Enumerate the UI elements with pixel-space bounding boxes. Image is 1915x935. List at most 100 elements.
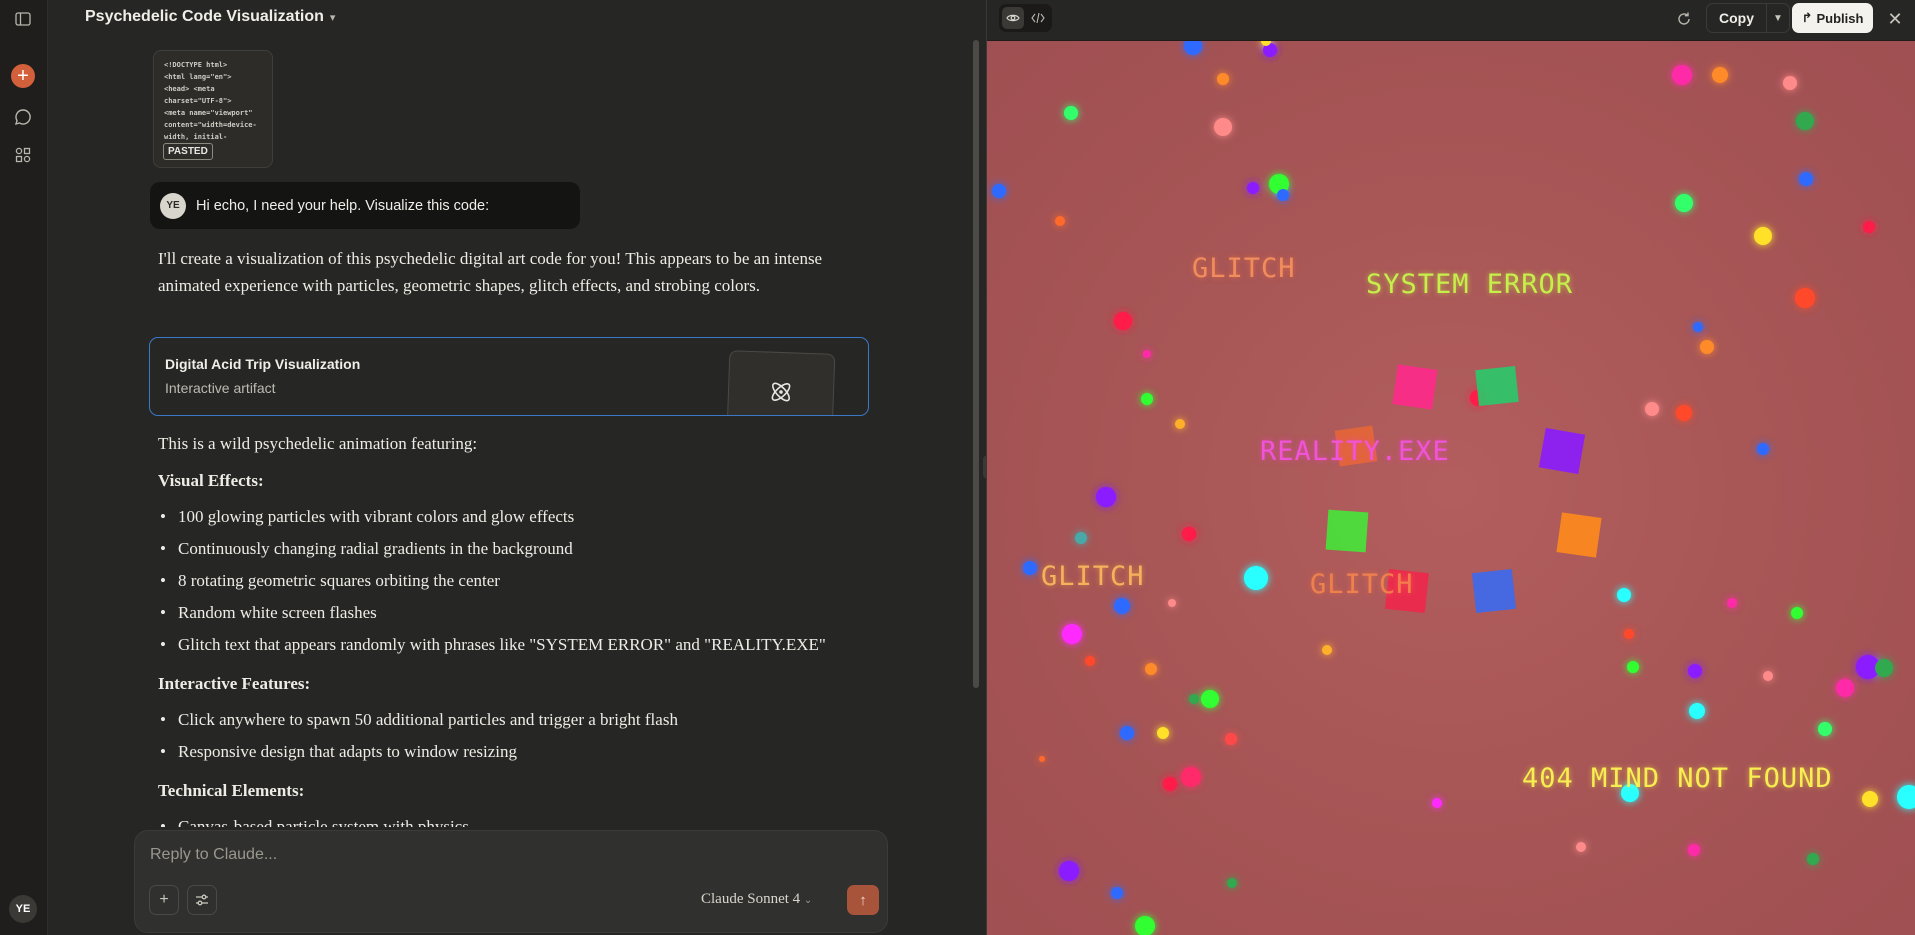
- chevron-down-icon: ▾: [329, 11, 336, 24]
- geometric-square: [1538, 427, 1586, 475]
- pasted-preview: <!DOCTYPE html> <html lang="en"> <head> …: [164, 61, 257, 141]
- section-heading: Visual Effects:: [158, 471, 264, 490]
- code-tab[interactable]: [1027, 7, 1049, 29]
- list-item: Canvas-based particle system with physic…: [158, 811, 858, 827]
- list-item: Click anywhere to spawn 50 additional pa…: [158, 704, 858, 736]
- particle: [1796, 112, 1814, 130]
- new-chat-button[interactable]: +: [8, 61, 38, 91]
- particle: [1247, 182, 1259, 194]
- particle: [1688, 844, 1700, 856]
- geometric-square: [1475, 366, 1519, 406]
- assistant-lead: This is a wild psychedelic animation fea…: [158, 434, 478, 453]
- geometric-square: [1392, 364, 1438, 410]
- particle: [1576, 842, 1586, 852]
- glitch-text: SYSTEM ERROR: [1366, 269, 1574, 300]
- particle: [1189, 694, 1199, 704]
- close-icon[interactable]: ✕: [1883, 7, 1907, 31]
- particle: [1689, 703, 1705, 719]
- reload-icon[interactable]: [1672, 7, 1696, 31]
- glitch-text: GLITCH: [1041, 561, 1145, 592]
- glitch-text: 404 MIND NOT FOUND: [1522, 763, 1833, 794]
- particle: [1617, 588, 1631, 602]
- copy-button[interactable]: Copy: [1707, 4, 1767, 32]
- sidebar-toggle-icon[interactable]: [8, 4, 38, 34]
- particle: [1432, 798, 1442, 808]
- particle: [1783, 76, 1797, 90]
- copy-options-button[interactable]: ▼: [1767, 4, 1789, 32]
- artifact-canvas[interactable]: GLITCH SYSTEM ERROR REALITY.EXE GLITCH G…: [987, 41, 1915, 935]
- particle: [1700, 340, 1714, 354]
- particle: [1182, 527, 1196, 541]
- user-avatar[interactable]: YE: [9, 895, 37, 923]
- publish-label: Publish: [1816, 10, 1864, 26]
- particle: [1225, 733, 1237, 745]
- chat-pane: Psychedelic Code Visualization ▾ <!DOCTY…: [48, 0, 986, 935]
- model-selector[interactable]: Claude Sonnet 4 ⌄: [701, 891, 812, 908]
- list-item: 100 glowing particles with vibrant color…: [158, 501, 858, 533]
- publish-button[interactable]: ↱ Publish: [1792, 3, 1873, 33]
- particle: [1672, 65, 1692, 85]
- particle: [1157, 727, 1169, 739]
- particle: [1875, 659, 1893, 677]
- conversation-title[interactable]: Psychedelic Code Visualization ▾: [85, 8, 335, 26]
- plus-icon: +: [11, 64, 35, 88]
- particle: [1624, 629, 1634, 639]
- particle: [1114, 598, 1130, 614]
- visual-effects-list: 100 glowing particles with vibrant color…: [158, 501, 858, 661]
- arrow-up-icon: ↑: [859, 891, 867, 909]
- reply-input[interactable]: [150, 843, 850, 867]
- assistant-response-body: This is a wild psychedelic animation fea…: [158, 430, 858, 827]
- particle: [1064, 106, 1078, 120]
- particle: [1062, 624, 1082, 644]
- particle: [1085, 656, 1095, 666]
- glitch-text: GLITCH: [1310, 569, 1414, 600]
- model-selector-label: Claude Sonnet 4: [701, 891, 801, 907]
- pasted-label: PASTED: [163, 143, 213, 160]
- particle: [1111, 887, 1123, 899]
- chats-icon[interactable]: [8, 102, 38, 132]
- particle: [1039, 756, 1045, 762]
- left-rail: + YE: [0, 0, 48, 935]
- particle: [1799, 172, 1813, 186]
- particle: [1277, 189, 1289, 201]
- artifact-pane: Copy ▼ ↱ Publish ✕ GLITCH SYSTEM ERROR R…: [983, 0, 1915, 935]
- section-heading: Technical Elements:: [158, 781, 305, 800]
- particle: [1645, 402, 1659, 416]
- glitch-text: REALITY.EXE: [1260, 436, 1450, 467]
- add-attachment-button[interactable]: +: [149, 885, 179, 915]
- particle: [1712, 67, 1728, 83]
- particle: [1175, 419, 1185, 429]
- geometric-square: [1472, 569, 1516, 613]
- particle: [1676, 405, 1692, 421]
- preview-tab[interactable]: [1002, 7, 1024, 29]
- geometric-square: [1325, 509, 1369, 553]
- send-button[interactable]: ↑: [847, 885, 879, 915]
- code-icon: [1031, 13, 1045, 23]
- view-toggle: [999, 4, 1052, 32]
- pasted-attachment[interactable]: <!DOCTYPE html> <html lang="en"> <head> …: [153, 50, 273, 168]
- copy-button-group: Copy ▼: [1706, 3, 1790, 33]
- eye-icon: [1006, 14, 1020, 22]
- artifact-card[interactable]: Digital Acid Trip Visualization Interact…: [149, 337, 869, 416]
- geometric-square: [1556, 512, 1602, 558]
- particle: [1244, 566, 1268, 590]
- share-arrow-icon: ↱: [1801, 10, 1813, 25]
- chevron-down-icon: ⌄: [803, 895, 813, 906]
- particles: [992, 41, 1915, 935]
- particle: [1693, 322, 1703, 332]
- chat-scrollbar[interactable]: [973, 40, 979, 688]
- section-heading: Interactive Features:: [158, 674, 311, 693]
- glitch-text: GLITCH: [1192, 253, 1296, 284]
- particle: [1023, 561, 1037, 575]
- app-window: + YE Psychedelic Code Visualization ▾ <!…: [0, 0, 1915, 935]
- sliders-icon: [196, 894, 208, 906]
- particle: [1163, 777, 1177, 791]
- user-message-avatar: YE: [160, 192, 186, 219]
- tools-button[interactable]: [187, 885, 217, 915]
- particle: [1055, 216, 1065, 226]
- particle: [1145, 663, 1157, 675]
- particle: [1114, 312, 1132, 330]
- particle: [1862, 791, 1878, 807]
- artifacts-icon[interactable]: [8, 140, 38, 170]
- particle: [1201, 690, 1219, 708]
